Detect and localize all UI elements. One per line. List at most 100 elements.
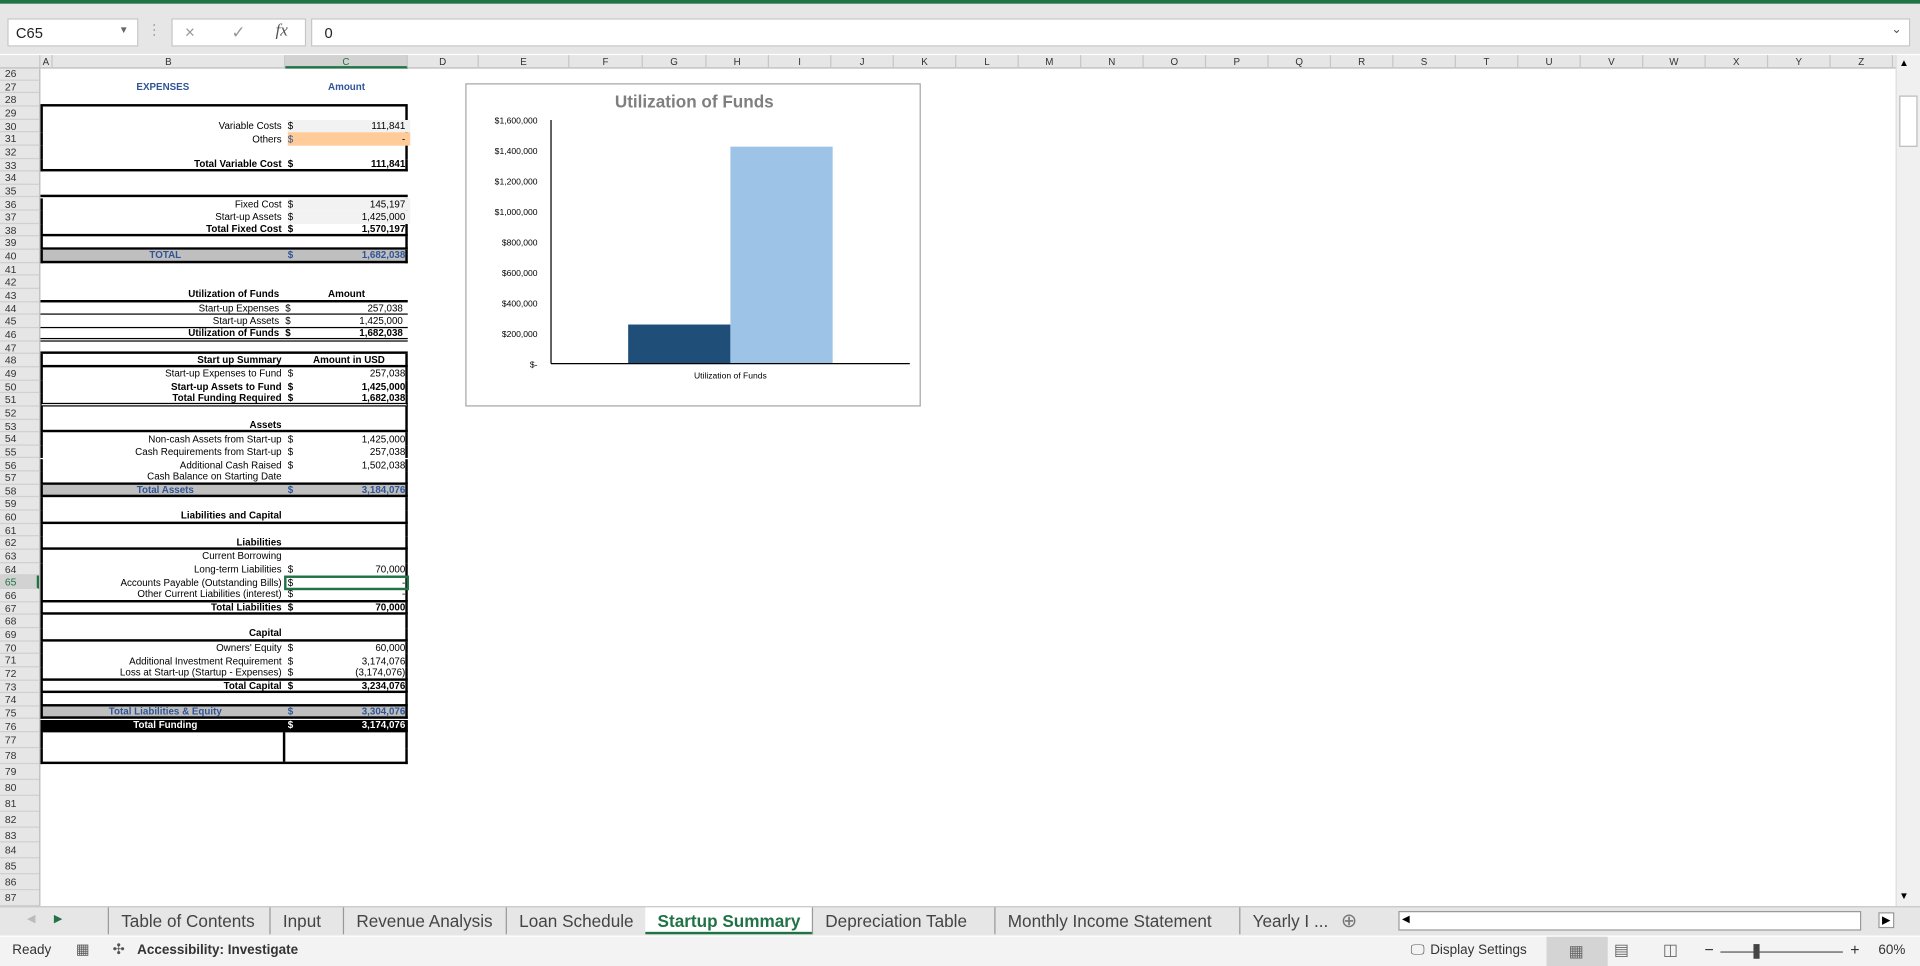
- cell-value[interactable]: 70,000: [302, 564, 405, 575]
- sheet-tab-input[interactable]: Input: [269, 907, 333, 935]
- row-header-85[interactable]: 85: [0, 859, 40, 875]
- row-header-61[interactable]: 61: [0, 524, 40, 537]
- column-header-t[interactable]: T: [1456, 55, 1519, 69]
- row-header-81[interactable]: 81: [0, 796, 40, 812]
- page-layout-icon[interactable]: ▤: [1614, 940, 1629, 960]
- row-header-84[interactable]: 84: [0, 843, 40, 859]
- horizontal-scrollbar[interactable]: ◀: [1398, 911, 1862, 931]
- cell-value[interactable]: 1,425,000: [300, 315, 403, 326]
- row-header-33[interactable]: 33: [0, 159, 40, 172]
- column-header-o[interactable]: O: [1144, 55, 1207, 69]
- column-header-w[interactable]: W: [1643, 55, 1706, 69]
- row-header-62[interactable]: 62: [0, 537, 40, 550]
- zoom-out-icon[interactable]: −: [1704, 940, 1713, 958]
- row-header-70[interactable]: 70: [0, 641, 40, 655]
- row-header-44[interactable]: 44: [0, 302, 40, 316]
- accessibility-status[interactable]: Accessibility: Investigate: [137, 943, 298, 958]
- row-header-63[interactable]: 63: [0, 550, 40, 563]
- row-header-35[interactable]: 35: [0, 185, 40, 198]
- row-header-47[interactable]: 47: [0, 341, 40, 355]
- cell-value[interactable]: 1,682,038: [300, 327, 403, 338]
- row-header-27[interactable]: 27: [0, 80, 40, 94]
- cell-value[interactable]: 3,174,076: [302, 655, 406, 666]
- column-header-a[interactable]: A: [40, 55, 53, 69]
- row-header-77[interactable]: 77: [0, 732, 40, 749]
- column-header-y[interactable]: Y: [1768, 55, 1831, 69]
- cell-value[interactable]: 1,425,000: [302, 212, 406, 223]
- row-header-37[interactable]: 37: [0, 211, 40, 224]
- utilization-chart[interactable]: Utilization of Funds $- $200,000 $400,000 $6…: [465, 83, 921, 407]
- prev-sheet-icon[interactable]: ◀: [27, 912, 35, 925]
- column-header-u[interactable]: U: [1518, 55, 1581, 69]
- row-header-83[interactable]: 83: [0, 827, 40, 843]
- row-header-48[interactable]: 48: [0, 354, 40, 368]
- insert-function-icon[interactable]: fx: [276, 22, 288, 42]
- zoom-slider-thumb[interactable]: [1753, 944, 1760, 959]
- cell-value[interactable]: 1,682,038: [302, 393, 406, 404]
- row-header-68[interactable]: 68: [0, 615, 40, 629]
- column-header-c[interactable]: C: [285, 55, 408, 69]
- row-header-26[interactable]: 26: [0, 69, 40, 81]
- cell-value[interactable]: 257,038: [300, 302, 402, 313]
- name-box[interactable]: C65 ▼: [7, 18, 139, 47]
- row-header-53[interactable]: 53: [0, 419, 40, 433]
- cell-value[interactable]: 1,502,038: [302, 460, 406, 471]
- column-header-f[interactable]: F: [569, 55, 643, 69]
- expand-formula-icon[interactable]: ⌄: [1891, 23, 1901, 36]
- row-header-87[interactable]: 87: [0, 890, 40, 907]
- row-header-31[interactable]: 31: [0, 133, 40, 146]
- sheet-tab-startup-summary[interactable]: Startup Summary: [645, 907, 813, 935]
- row-header-74[interactable]: 74: [0, 693, 40, 707]
- cancel-icon[interactable]: ×: [185, 22, 195, 42]
- column-header-b[interactable]: B: [53, 55, 286, 69]
- row-header-66[interactable]: 66: [0, 589, 40, 603]
- row-header-65[interactable]: 65: [0, 575, 40, 589]
- chevron-down-icon[interactable]: ▼: [119, 24, 129, 35]
- cell-value[interactable]: 3,174,076: [302, 719, 406, 730]
- row-header-69[interactable]: 69: [0, 628, 40, 642]
- row-header-60[interactable]: 60: [0, 511, 40, 524]
- row-header-41[interactable]: 41: [0, 263, 40, 276]
- cell-value[interactable]: Amount in USD: [288, 354, 410, 365]
- sheet-tab-monthly-income-statement[interactable]: Monthly Income Statement: [994, 907, 1224, 935]
- cell-value[interactable]: 111,841: [302, 158, 405, 169]
- row-header-55[interactable]: 55: [0, 446, 40, 459]
- row-header-73[interactable]: 73: [0, 680, 40, 694]
- column-header-s[interactable]: S: [1393, 55, 1456, 69]
- row-header-56[interactable]: 56: [0, 459, 40, 472]
- sheet-tab-table-of-contents[interactable]: Table of Contents: [107, 907, 267, 935]
- page-break-preview-icon[interactable]: ◫: [1663, 940, 1678, 960]
- cell-value[interactable]: Amount: [285, 81, 407, 92]
- scroll-right-icon[interactable]: ▶: [1878, 912, 1895, 929]
- column-header-j[interactable]: J: [831, 55, 894, 69]
- column-header-z[interactable]: Z: [1831, 55, 1894, 69]
- row-header-52[interactable]: 52: [0, 406, 40, 420]
- enter-icon[interactable]: ✓: [231, 22, 245, 43]
- worksheet-grid[interactable]: Utilization of Funds $- $200,000 $400,000 $6…: [40, 69, 1895, 907]
- cell-value[interactable]: 1,425,000: [302, 433, 406, 444]
- cell-value[interactable]: 3,234,076: [302, 680, 406, 691]
- cell-value[interactable]: Amount: [285, 289, 407, 300]
- zoom-level[interactable]: 60%: [1878, 943, 1905, 958]
- row-header-36[interactable]: 36: [0, 198, 40, 211]
- column-header-k[interactable]: K: [894, 55, 957, 69]
- row-header-86[interactable]: 86: [0, 875, 40, 891]
- row-header-72[interactable]: 72: [0, 667, 40, 681]
- row-header-38[interactable]: 38: [0, 224, 40, 237]
- cell-value[interactable]: 257,038: [302, 368, 405, 379]
- row-header-59[interactable]: 59: [0, 498, 40, 511]
- cell-value[interactable]: (3,174,076): [302, 667, 405, 678]
- row-header-75[interactable]: 75: [0, 706, 40, 720]
- column-header-q[interactable]: Q: [1269, 55, 1332, 69]
- cell-value[interactable]: -: [302, 134, 405, 145]
- row-header-71[interactable]: 71: [0, 654, 40, 668]
- sheet-tab-depreciation-table[interactable]: Depreciation Table: [811, 907, 979, 935]
- scroll-thumb[interactable]: [1899, 95, 1918, 147]
- row-header-54[interactable]: 54: [0, 432, 40, 446]
- row-header-43[interactable]: 43: [0, 289, 40, 303]
- row-header-76[interactable]: 76: [0, 719, 40, 733]
- cell-value[interactable]: 145,197: [302, 199, 405, 210]
- column-header-v[interactable]: V: [1581, 55, 1644, 69]
- row-header-39[interactable]: 39: [0, 237, 40, 250]
- row-header-79[interactable]: 79: [0, 764, 40, 780]
